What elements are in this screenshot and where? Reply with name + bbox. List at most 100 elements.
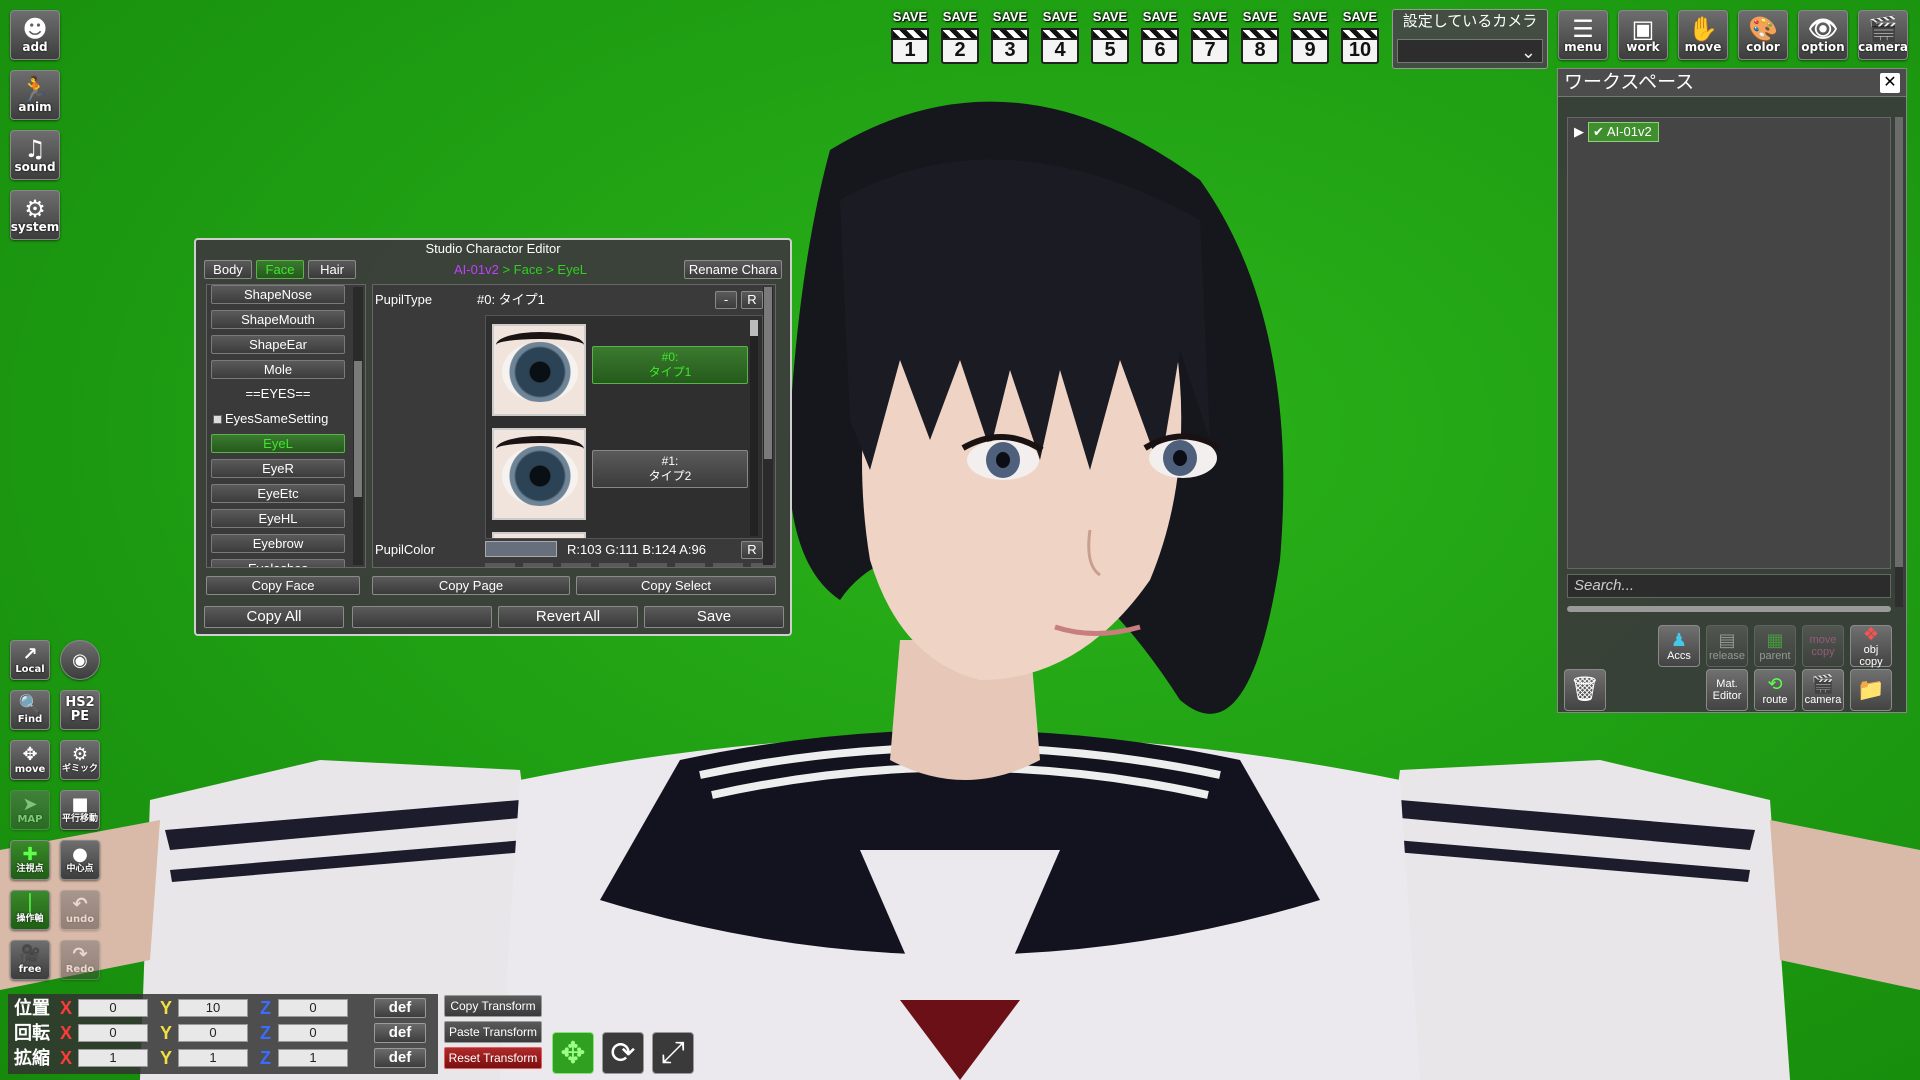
- position-x-field[interactable]: 0: [78, 999, 148, 1017]
- position-y-field[interactable]: 10: [178, 999, 248, 1017]
- reset-transform-button[interactable]: Reset Transform: [444, 1047, 542, 1069]
- property-scrollbar[interactable]: [763, 287, 773, 565]
- category-eyebrow[interactable]: Eyebrow: [211, 534, 345, 553]
- free-camera-button[interactable]: 🎥 free: [10, 940, 50, 980]
- eyes-same-setting-toggle[interactable]: EyesSameSetting: [213, 409, 328, 428]
- workspace-title-bar[interactable]: ワークスペース ✕: [1558, 69, 1906, 97]
- copy-page-button[interactable]: Copy Page: [372, 576, 570, 595]
- redo-button[interactable]: ↷ Redo: [60, 940, 100, 980]
- color-button[interactable]: 🎨 color: [1738, 10, 1788, 60]
- revert-all-button[interactable]: Revert All: [498, 606, 638, 628]
- save-slot-9[interactable]: SAVE 9: [1288, 8, 1332, 70]
- map-button[interactable]: ➤ MAP: [10, 790, 50, 830]
- copy-all-button[interactable]: Copy All: [204, 606, 344, 628]
- scale-x-field[interactable]: 1: [78, 1049, 148, 1067]
- category-eyeetc[interactable]: EyeEtc: [211, 484, 345, 503]
- hs2pe-button[interactable]: HS2 PE: [60, 690, 100, 730]
- add-button[interactable]: ☻ add: [10, 10, 60, 60]
- rotation-def-button[interactable]: def: [374, 1023, 426, 1043]
- ws-camera-button[interactable]: 🎬 camera: [1802, 669, 1844, 711]
- save-slot-5[interactable]: SAVE 5: [1088, 8, 1132, 70]
- anim-button[interactable]: 🏃 anim: [10, 70, 60, 120]
- pupil-color-reset-button[interactable]: R: [741, 541, 763, 559]
- release-button[interactable]: ▤ release: [1706, 625, 1748, 667]
- close-icon[interactable]: ✕: [1880, 73, 1900, 93]
- category-shapenose[interactable]: ShapeNose: [211, 285, 345, 304]
- workspace-tree[interactable]: ▶ ✔ AI-01v2: [1567, 117, 1891, 569]
- move-button[interactable]: ✋ move: [1678, 10, 1728, 60]
- category-scrollbar[interactable]: [353, 287, 363, 565]
- save-button[interactable]: Save: [644, 606, 784, 628]
- save-slot-1[interactable]: SAVE 1: [888, 8, 932, 70]
- category-eyer[interactable]: EyeR: [211, 459, 345, 478]
- check-icon[interactable]: ✔: [1593, 124, 1604, 139]
- scale-y-field[interactable]: 1: [178, 1049, 248, 1067]
- tab-face[interactable]: Face: [256, 260, 304, 279]
- scale-z-field[interactable]: 1: [278, 1049, 348, 1067]
- obj-copy-button[interactable]: ❖ obj copy: [1850, 624, 1892, 668]
- copy-transform-button[interactable]: Copy Transform: [444, 995, 542, 1017]
- category-scroll-thumb[interactable]: [354, 361, 362, 497]
- camera-button[interactable]: 🎬 camera: [1858, 10, 1908, 60]
- system-button[interactable]: ⚙ system: [10, 190, 60, 240]
- accs-button[interactable]: ♟ Accs: [1658, 625, 1700, 667]
- copy-face-button[interactable]: Copy Face: [206, 576, 360, 595]
- find-button[interactable]: 🔍 Find: [10, 690, 50, 730]
- save-slot-10[interactable]: SAVE 10: [1338, 8, 1382, 70]
- expand-arrow-icon[interactable]: ▶: [1574, 124, 1584, 140]
- property-scroll-thumb[interactable]: [764, 287, 772, 459]
- local-axis-button[interactable]: ↗ Local: [10, 640, 50, 680]
- category-eyelashes[interactable]: Eyelashes: [211, 559, 345, 567]
- tree-node[interactable]: ✔ AI-01v2: [1588, 122, 1659, 142]
- checkbox-icon[interactable]: [213, 415, 222, 425]
- pupil-type-thumbnail[interactable]: [492, 532, 586, 538]
- picker-scrollbar[interactable]: [750, 320, 758, 536]
- folder-button[interactable]: 📁: [1850, 669, 1892, 711]
- gimmick-button[interactable]: ⚙ ギミック: [60, 740, 100, 780]
- pupil-type-thumbnail[interactable]: [492, 324, 586, 416]
- camera-select-box[interactable]: ⌄: [1397, 39, 1543, 63]
- category-eyehl[interactable]: EyeHL: [211, 509, 345, 528]
- move-mode-button[interactable]: ✥ move: [10, 740, 50, 780]
- move-copy-button[interactable]: move copy: [1802, 625, 1844, 667]
- scale-def-button[interactable]: def: [374, 1048, 426, 1068]
- tree-row[interactable]: ▶ ✔ AI-01v2: [1574, 122, 1659, 142]
- rotation-x-field[interactable]: 0: [78, 1024, 148, 1042]
- workspace-scroll-thumb[interactable]: [1895, 117, 1903, 567]
- rotation-y-field[interactable]: 0: [178, 1024, 248, 1042]
- pupil-type-reset-button[interactable]: R: [741, 291, 763, 309]
- undo-button[interactable]: ↶ undo: [60, 890, 100, 930]
- pupil-color-swatch[interactable]: [485, 541, 557, 557]
- category-eyel[interactable]: EyeL: [211, 434, 345, 453]
- save-slot-8[interactable]: SAVE 8: [1238, 8, 1282, 70]
- save-slot-7[interactable]: SAVE 7: [1188, 8, 1232, 70]
- gaze-point-button[interactable]: ✚ 注視点: [10, 840, 50, 880]
- category-list[interactable]: ShapeNose ShapeMouth ShapeEar Mole ==EYE…: [206, 284, 366, 568]
- category-shapemouth[interactable]: ShapeMouth: [211, 310, 345, 329]
- save-slot-3[interactable]: SAVE 3: [988, 8, 1032, 70]
- pupil-type-picker[interactable]: #0: タイプ1 #1: タイプ2: [485, 315, 763, 539]
- operation-axis-button[interactable]: │ 操作軸: [10, 890, 50, 930]
- blank-button[interactable]: [352, 606, 492, 628]
- camera-select[interactable]: 設定しているカメラ ⌄: [1392, 9, 1548, 69]
- position-def-button[interactable]: def: [374, 998, 426, 1018]
- tab-body[interactable]: Body: [204, 260, 252, 279]
- pupil-type-thumbnail[interactable]: [492, 428, 586, 520]
- scale-gizmo-button[interactable]: ⤢: [652, 1032, 694, 1074]
- picker-scroll-thumb[interactable]: [750, 320, 758, 336]
- center-point-button[interactable]: ● 中心点: [60, 840, 100, 880]
- rotate-gizmo-button[interactable]: ⟳: [602, 1032, 644, 1074]
- rename-chara-button[interactable]: Rename Chara: [684, 260, 782, 279]
- paste-transform-button[interactable]: Paste Transform: [444, 1021, 542, 1043]
- rotation-z-field[interactable]: 0: [278, 1024, 348, 1042]
- pupil-option-1[interactable]: #1: タイプ2: [592, 450, 748, 488]
- screenshot-button[interactable]: ◉: [60, 640, 100, 680]
- mat-editor-button[interactable]: Mat. Editor: [1706, 669, 1748, 711]
- work-button[interactable]: ▣ work: [1618, 10, 1668, 60]
- move-gizmo-button[interactable]: ✥: [552, 1032, 594, 1074]
- copy-select-button[interactable]: Copy Select: [576, 576, 776, 595]
- position-z-field[interactable]: 0: [278, 999, 348, 1017]
- delete-button[interactable]: 🗑: [1564, 669, 1606, 711]
- pupil-option-0[interactable]: #0: タイプ1: [592, 346, 748, 384]
- pupil-type-minus-button[interactable]: -: [715, 291, 737, 309]
